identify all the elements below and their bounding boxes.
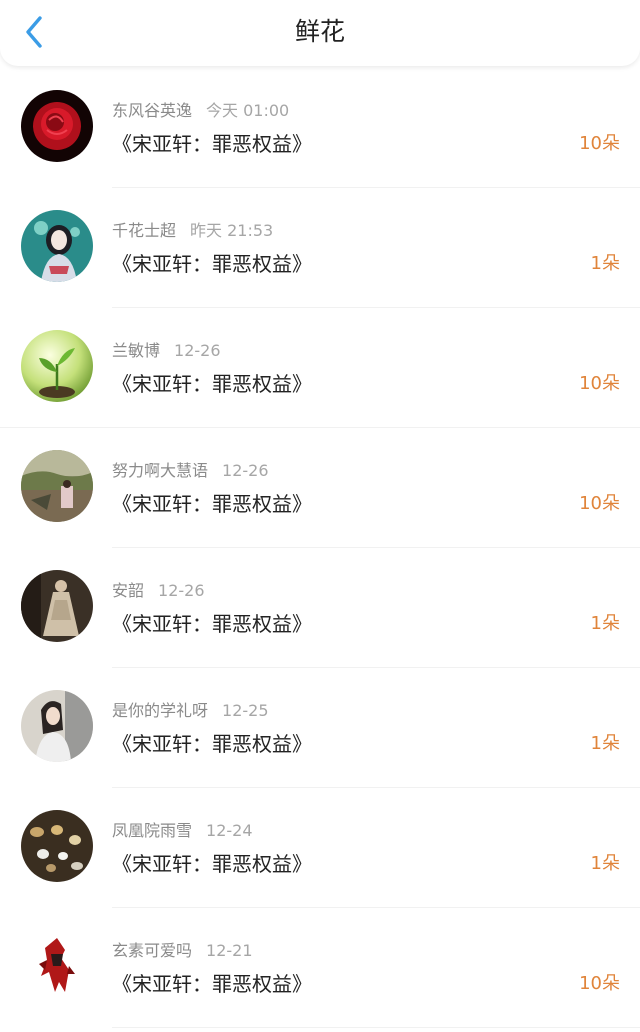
list-item[interactable]: 兰敏博 12-26 《宋亚轩：罪恶权益》 10朵: [0, 308, 640, 428]
girl-photo-avatar[interactable]: [21, 690, 93, 762]
flower-count: 10朵: [579, 973, 620, 994]
flower-list: 东风谷英逸 今天 01:00 《宋亚轩：罪恶权益》 10朵 千花士超 昨天 21:5…: [0, 68, 640, 1028]
flower-count: 1朵: [590, 853, 620, 874]
list-item[interactable]: 是你的学礼呀 12-25 《宋亚轩：罪恶权益》 1朵: [0, 668, 640, 788]
divider: [112, 1027, 640, 1028]
item-meta: 玄素可爱吗 12-21: [112, 940, 253, 962]
list-item[interactable]: 东风谷英逸 今天 01:00 《宋亚轩：罪恶权益》 10朵: [0, 68, 640, 188]
item-content: 《宋亚轩：罪恶权益》: [112, 612, 312, 636]
user-name[interactable]: 凤凰院雨雪: [112, 821, 192, 840]
item-meta: 凤凰院雨雪 12-24: [112, 820, 253, 842]
item-meta: 兰敏博 12-26: [112, 340, 221, 362]
anime-girl-avatar[interactable]: [21, 210, 93, 282]
timestamp: 12-26: [222, 461, 269, 480]
user-name[interactable]: 千花士超: [112, 221, 176, 240]
page-title: 鲜花: [294, 17, 345, 46]
item-content: 《宋亚轩：罪恶权益》: [112, 972, 312, 996]
item-content: 《宋亚轩：罪恶权益》: [112, 252, 312, 276]
item-content: 《宋亚轩：罪恶权益》: [112, 852, 312, 876]
top-nav-bar: 鲜花: [0, 0, 640, 66]
user-name[interactable]: 玄素可爱吗: [112, 941, 192, 960]
stones-avatar[interactable]: [21, 810, 93, 882]
flower-count: 10朵: [579, 493, 620, 514]
sprout-avatar[interactable]: [21, 330, 93, 402]
flower-count: 1朵: [590, 733, 620, 754]
item-meta: 千花士超 昨天 21:53: [112, 220, 273, 242]
list-item[interactable]: 安韶 12-26 《宋亚轩：罪恶权益》 1朵: [0, 548, 640, 668]
user-name[interactable]: 兰敏博: [112, 341, 160, 360]
item-content: 《宋亚轩：罪恶权益》: [112, 732, 312, 756]
red-robot-avatar[interactable]: [21, 930, 93, 1002]
timestamp: 今天 01:00: [206, 101, 290, 120]
red-rose-avatar[interactable]: [21, 90, 93, 162]
timestamp: 12-24: [206, 821, 253, 840]
flower-count: 10朵: [579, 373, 620, 394]
user-name[interactable]: 努力啊大慧语: [112, 461, 208, 480]
user-name[interactable]: 安韶: [112, 581, 144, 600]
timestamp: 12-25: [222, 701, 269, 720]
flower-count: 10朵: [579, 133, 620, 154]
item-meta: 东风谷英逸 今天 01:00: [112, 100, 289, 122]
timestamp: 12-21: [206, 941, 253, 960]
item-content: 《宋亚轩：罪恶权益》: [112, 492, 312, 516]
item-meta: 努力啊大慧语 12-26: [112, 460, 269, 482]
list-item[interactable]: 千花士超 昨天 21:53 《宋亚轩：罪恶权益》 1朵: [0, 188, 640, 308]
timestamp: 12-26: [174, 341, 221, 360]
dress-photo-avatar[interactable]: [21, 570, 93, 642]
timestamp: 昨天 21:53: [190, 221, 274, 240]
item-meta: 是你的学礼呀 12-25: [112, 700, 269, 722]
list-item[interactable]: 努力啊大慧语 12-26 《宋亚轩：罪恶权益》 10朵: [0, 428, 640, 548]
user-name[interactable]: 是你的学礼呀: [112, 701, 208, 720]
flower-count: 1朵: [590, 253, 620, 274]
flower-count: 1朵: [590, 613, 620, 634]
item-content: 《宋亚轩：罪恶权益》: [112, 132, 312, 156]
user-name[interactable]: 东风谷英逸: [112, 101, 192, 120]
outdoor-photo-avatar[interactable]: [21, 450, 93, 522]
timestamp: 12-26: [158, 581, 205, 600]
item-meta: 安韶 12-26: [112, 580, 205, 602]
list-item[interactable]: 凤凰院雨雪 12-24 《宋亚轩：罪恶权益》 1朵: [0, 788, 640, 908]
item-content: 《宋亚轩：罪恶权益》: [112, 372, 312, 396]
list-item[interactable]: 玄素可爱吗 12-21 《宋亚轩：罪恶权益》 10朵: [0, 908, 640, 1028]
